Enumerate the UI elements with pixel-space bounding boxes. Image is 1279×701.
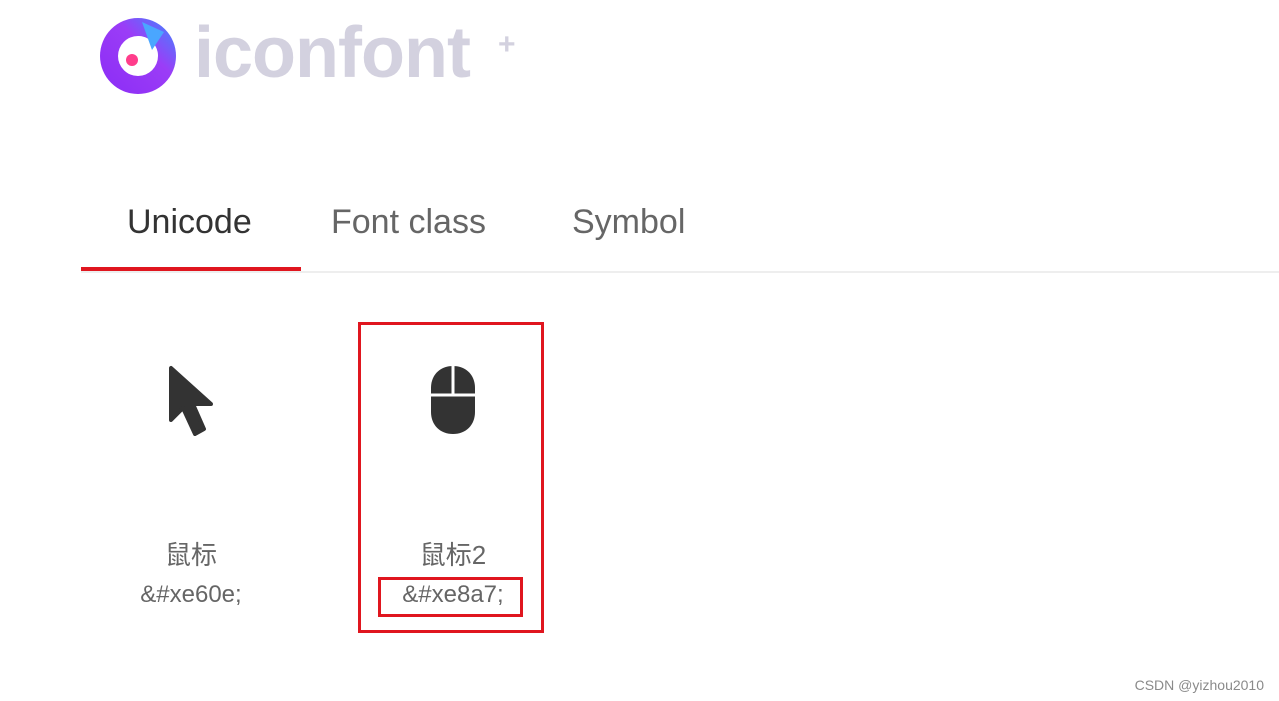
iconfont-logo[interactable]: iconfont <box>98 13 471 96</box>
tab-symbol[interactable]: Symbol <box>572 203 685 242</box>
icon-name: 鼠标 <box>164 540 217 570</box>
active-tab-indicator <box>81 267 301 271</box>
tab-bar: Unicode Font class Symbol <box>81 185 1279 273</box>
iconfont-logo-icon <box>100 18 176 94</box>
tab-unicode[interactable]: Unicode <box>127 203 252 242</box>
cursor-arrow-icon <box>169 366 213 436</box>
logo-plus-sign: + <box>498 28 516 61</box>
code-highlight-box <box>378 577 523 617</box>
logo-text: iconfont <box>194 13 471 93</box>
tab-font-class[interactable]: Font class <box>331 203 486 242</box>
watermark: CSDN @yizhou2010 <box>1134 677 1264 693</box>
icon-card-cursor[interactable]: 鼠标 &#xe60e; <box>96 322 286 633</box>
icon-unicode: &#xe60e; <box>140 581 242 608</box>
